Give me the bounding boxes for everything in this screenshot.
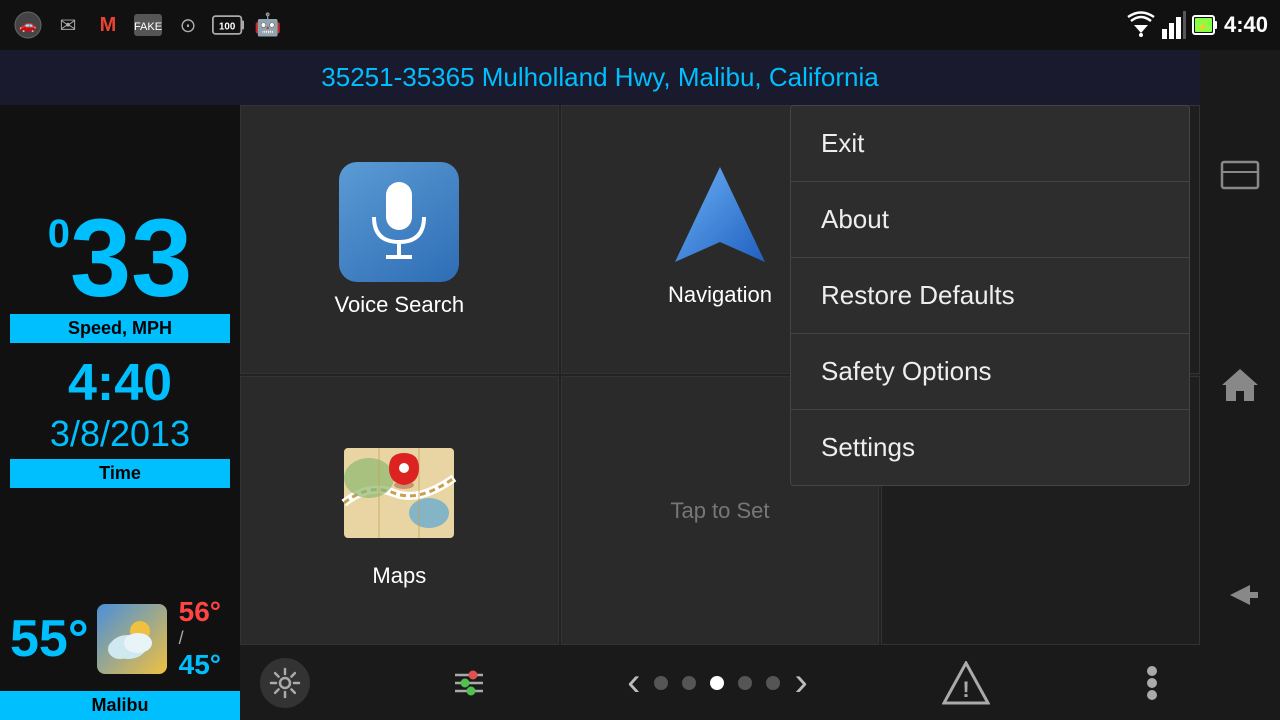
prev-button[interactable]: ‹: [627, 660, 640, 705]
weather-icon: [97, 604, 167, 674]
temp-main: 55°: [10, 609, 89, 669]
wifi-icon: [1126, 11, 1156, 39]
warning-button[interactable]: !: [939, 655, 994, 710]
fake-icon: FAKE: [132, 9, 164, 41]
sliders-button[interactable]: [441, 655, 496, 710]
status-icons-right: ⚡ 4:40: [1126, 11, 1268, 39]
pagination-controls: ‹ ›: [627, 660, 808, 705]
car-icon: 🚗: [12, 9, 44, 41]
location-label: Malibu: [0, 691, 240, 720]
speed-number: 33: [70, 204, 192, 314]
temp-low: 45°: [179, 649, 221, 681]
temp-range: 56° / 45°: [175, 596, 221, 681]
dot-2: [682, 676, 696, 690]
time-label: Time: [10, 459, 230, 488]
menu-item-restore-defaults[interactable]: Restore Defaults: [791, 258, 1189, 334]
svg-text:!: !: [963, 677, 970, 702]
address-text: 35251-35365 Mulholland Hwy, Malibu, Cali…: [321, 62, 878, 93]
voice-search-label: Voice Search: [335, 292, 465, 318]
dot-4: [738, 676, 752, 690]
menu-item-settings[interactable]: Settings: [791, 410, 1189, 485]
svg-text:100: 100: [219, 21, 236, 32]
gmail-icon: M: [92, 9, 124, 41]
dot-3: [710, 676, 724, 690]
dot-1: [654, 676, 668, 690]
sliders-icon: [451, 667, 487, 699]
steering-icon: ⊙: [172, 9, 204, 41]
tap-to-set-label: Tap to Set: [670, 498, 769, 524]
svg-text:⚡: ⚡: [1197, 21, 1208, 33]
navigation-label: Navigation: [668, 282, 772, 308]
more-button[interactable]: [1125, 655, 1180, 710]
next-button[interactable]: ›: [794, 660, 807, 705]
battery-percent-icon: 100: [212, 9, 244, 41]
maps-label: Maps: [372, 563, 426, 589]
weather-section: 55° 56° / 45°: [0, 586, 240, 691]
speed-display: 0 33 Speed, MPH 4:40 3/8/2013 Time: [0, 105, 240, 586]
status-icons-left: 🚗 ✉ M FAKE ⊙ 100 🤖: [12, 9, 284, 41]
nav-bar: [1200, 50, 1280, 720]
warning-icon: !: [942, 661, 990, 705]
temp-high: 56°: [179, 596, 221, 628]
speed-label: Speed, MPH: [10, 314, 230, 343]
svg-text:🚗: 🚗: [19, 17, 36, 34]
dot-5: [766, 676, 780, 690]
more-icon: [1146, 665, 1158, 701]
nav-home-btn[interactable]: [1210, 360, 1270, 410]
speed-value: 0 33: [48, 204, 193, 314]
status-bar: 🚗 ✉ M FAKE ⊙ 100 🤖: [0, 0, 1280, 50]
signal-icon: [1162, 11, 1186, 39]
voice-search-tile[interactable]: Voice Search: [240, 105, 559, 374]
nav-back-btn[interactable]: [1210, 570, 1270, 620]
gear-icon: [269, 667, 301, 699]
navigation-arrow-icon: [670, 172, 770, 272]
date-value: 3/8/2013: [50, 413, 190, 455]
time-value: 4:40: [68, 353, 172, 413]
dropdown-menu: Exit About Restore Defaults Safety Optio…: [790, 105, 1190, 486]
svg-text:FAKE: FAKE: [134, 21, 162, 33]
menu-item-safety-options[interactable]: Safety Options: [791, 334, 1189, 410]
speed-superscript: 0: [48, 214, 70, 254]
maps-tile[interactable]: Maps: [240, 376, 559, 645]
battery-icon: ⚡: [1192, 11, 1218, 39]
address-bar: 35251-35365 Mulholland Hwy, Malibu, Cali…: [0, 50, 1200, 105]
maps-icon: [339, 433, 459, 553]
status-time: 4:40: [1224, 12, 1268, 38]
email-icon: ✉: [52, 9, 84, 41]
nav-window-btn[interactable]: [1210, 150, 1270, 200]
menu-item-about[interactable]: About: [791, 182, 1189, 258]
voice-search-icon: [339, 162, 459, 282]
bottom-toolbar: ‹ › !: [240, 645, 1200, 720]
gear-button[interactable]: [260, 658, 310, 708]
menu-item-exit[interactable]: Exit: [791, 106, 1189, 182]
left-panel: 0 33 Speed, MPH 4:40 3/8/2013 Time 55° 5…: [0, 105, 240, 720]
android-icon: 🤖: [252, 9, 284, 41]
